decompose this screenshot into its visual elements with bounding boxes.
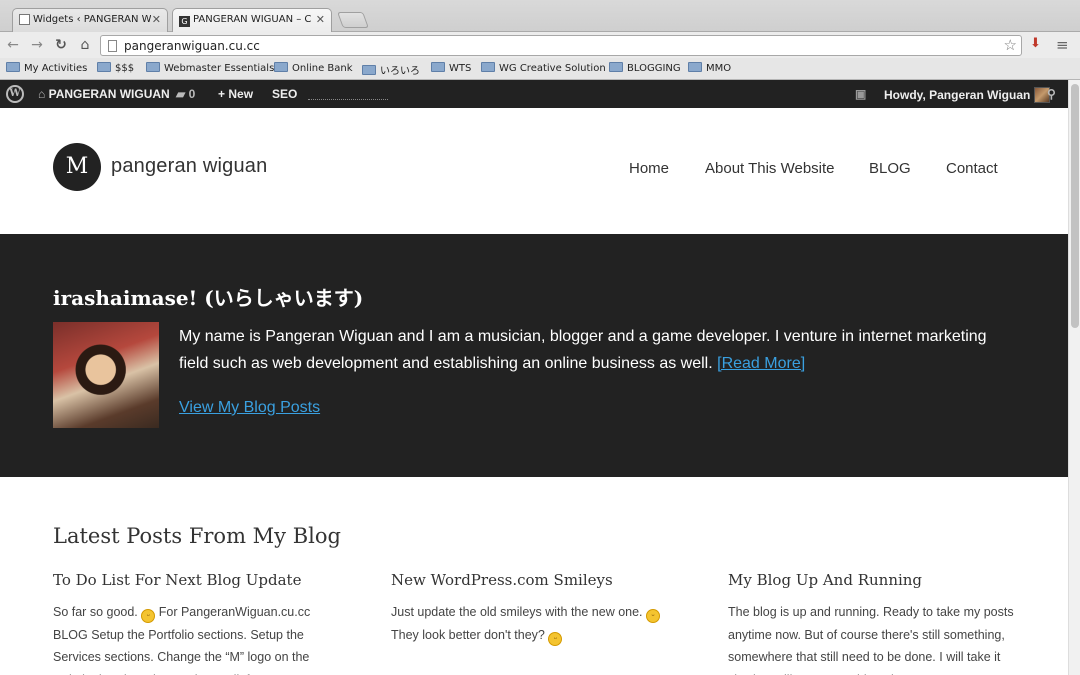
post-excerpt: So far so good. ᵕ For PangeranWiguan.cu.… bbox=[53, 605, 311, 675]
bookmark-folder[interactable]: My Activities bbox=[6, 62, 87, 74]
admin-site-link[interactable]: ⌂ PANGERAN WIGUAN bbox=[38, 87, 170, 101]
home-icon: ⌂ bbox=[38, 87, 46, 101]
search-icon[interactable]: ⚲ bbox=[1047, 87, 1056, 101]
forward-icon[interactable]: → bbox=[28, 36, 46, 54]
folder-icon bbox=[431, 62, 445, 72]
folder-icon bbox=[362, 65, 376, 75]
star-icon[interactable]: ☆ bbox=[1004, 36, 1017, 54]
site-header: M pangeran wiguan Home About This Websit… bbox=[0, 108, 1068, 234]
folder-icon bbox=[481, 62, 495, 72]
folder-icon bbox=[688, 62, 702, 72]
post-excerpt: Just update the old smileys with the new… bbox=[391, 601, 681, 646]
folder-icon bbox=[97, 62, 111, 72]
bookmark-folder[interactable]: $$$ bbox=[97, 62, 134, 74]
bookmarks-bar: My Activities $$$ Webmaster Essentials O… bbox=[0, 58, 1080, 80]
close-icon[interactable]: ✕ bbox=[152, 13, 161, 26]
menu-icon[interactable]: ≡ bbox=[1056, 36, 1069, 54]
post-card: My Blog Up And Running The blog is up an… bbox=[728, 570, 1018, 675]
page-icon bbox=[108, 40, 117, 52]
bookmark-folder[interactable]: MMO bbox=[688, 62, 731, 74]
page-icon bbox=[19, 14, 30, 25]
admin-account[interactable]: Howdy, Pangeran Wiguan bbox=[884, 87, 1051, 103]
browser-toolbar: ← → ↻ ⌂ pangeranwiguan.cu.cc ☆ ⬇ ≡ bbox=[0, 32, 1080, 58]
site-logo[interactable]: M bbox=[53, 143, 101, 191]
tab-title: Widgets ‹ PANGERAN WIGUAN bbox=[33, 14, 151, 25]
post-title[interactable]: New WordPress.com Smileys bbox=[391, 571, 613, 589]
latest-posts-heading: Latest Posts From My Blog bbox=[53, 524, 341, 548]
bookmark-folder[interactable]: WTS bbox=[431, 62, 471, 74]
folder-icon bbox=[6, 62, 20, 72]
grin-smiley-icon: ᵕ bbox=[548, 631, 563, 646]
bookmark-folder[interactable]: Webmaster Essentials bbox=[146, 62, 274, 74]
reload-icon[interactable]: ↻ bbox=[52, 36, 70, 54]
page-scrollbar[interactable] bbox=[1068, 80, 1080, 675]
admin-new[interactable]: + New bbox=[218, 87, 253, 101]
close-icon[interactable]: ✕ bbox=[316, 13, 325, 26]
folder-icon bbox=[146, 62, 160, 72]
notification-icon[interactable]: ▣ bbox=[855, 87, 866, 101]
tab-pangeran-wiguan[interactable]: G PANGERAN WIGUAN – Coll ✕ bbox=[172, 8, 332, 33]
intro-heading: irashaimase! (いらしゃいます) bbox=[53, 286, 364, 310]
url-text: pangeranwiguan.cu.cc bbox=[124, 39, 260, 53]
read-more-link[interactable]: [Read More] bbox=[717, 355, 805, 372]
smiley-icon: ᵕ bbox=[141, 609, 156, 623]
scrollbar-thumb[interactable] bbox=[1071, 84, 1079, 328]
smiley-icon: ᵕ bbox=[646, 609, 661, 623]
nav-contact[interactable]: Contact bbox=[946, 160, 998, 177]
site-title[interactable]: pangeran wiguan bbox=[111, 155, 267, 178]
bookmark-folder[interactable]: WG Creative Solution bbox=[481, 62, 606, 74]
home-icon[interactable]: ⌂ bbox=[76, 36, 94, 54]
wordpress-logo-icon[interactable]: W bbox=[6, 85, 24, 103]
profile-photo bbox=[53, 322, 159, 428]
browser-tabstrip: Widgets ‹ PANGERAN WIGUAN ✕ GPANGERAN WI… bbox=[0, 0, 1080, 33]
plus-icon: + bbox=[218, 87, 226, 101]
address-bar[interactable]: pangeranwiguan.cu.cc ☆ bbox=[100, 35, 1022, 56]
folder-icon bbox=[274, 62, 288, 72]
back-icon[interactable]: ← bbox=[4, 36, 22, 54]
bookmark-folder[interactable]: いろいろ bbox=[362, 62, 420, 77]
extension-icon[interactable]: ⬇ bbox=[1030, 36, 1041, 51]
tab-title: PANGERAN WIGUAN – Coll bbox=[193, 14, 311, 25]
post-title[interactable]: My Blog Up And Running bbox=[728, 571, 922, 589]
post-card: To Do List For Next Blog Update So far s… bbox=[53, 570, 343, 675]
tab-widgets[interactable]: Widgets ‹ PANGERAN WIGUAN ✕ bbox=[12, 8, 168, 32]
nav-about[interactable]: About This Website bbox=[705, 160, 835, 177]
post-excerpt: The blog is up and running. Ready to tak… bbox=[728, 605, 1014, 675]
admin-comments[interactable]: ▰ 0 bbox=[176, 87, 195, 101]
bookmark-folder[interactable]: Online Bank bbox=[274, 62, 353, 74]
comment-icon: ▰ bbox=[176, 87, 186, 101]
wp-admin-bar: W ⌂ PANGERAN WIGUAN ▰ 0 + New SEO ▣ Howd… bbox=[0, 80, 1068, 108]
site-favicon-icon: G bbox=[179, 16, 190, 27]
nav-blog[interactable]: BLOG bbox=[869, 160, 911, 177]
admin-bar-divider bbox=[308, 99, 388, 100]
admin-seo[interactable]: SEO bbox=[272, 87, 297, 101]
post-card: New WordPress.com Smileys Just update th… bbox=[391, 570, 681, 646]
nav-home[interactable]: Home bbox=[629, 160, 669, 177]
bookmark-folder[interactable]: BLOGGING bbox=[609, 62, 681, 74]
intro-section: irashaimase! (いらしゃいます) My name is Panger… bbox=[0, 234, 1068, 477]
view-blog-posts-link[interactable]: View My Blog Posts bbox=[179, 399, 320, 417]
intro-text: My name is Pangeran Wiguan and I am a mu… bbox=[179, 328, 987, 372]
new-tab-button[interactable] bbox=[337, 12, 369, 28]
post-title[interactable]: To Do List For Next Blog Update bbox=[53, 571, 301, 589]
folder-icon bbox=[609, 62, 623, 72]
